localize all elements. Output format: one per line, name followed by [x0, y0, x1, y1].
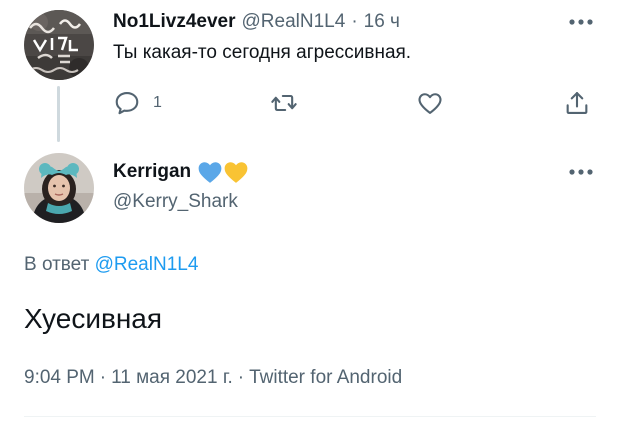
- parent-tweet-text: Ты какая-то сегодня агрессивная.: [113, 42, 412, 63]
- more-horizontal-icon: [569, 19, 593, 25]
- focal-more-button[interactable]: [566, 160, 596, 184]
- header-separator: ·: [351, 11, 358, 32]
- tweet-date[interactable]: 11 мая 2021 г.: [111, 367, 233, 388]
- heart-outline-icon: [418, 93, 442, 114]
- tweet-meta-line: 9:04 PM · 11 мая 2021 г. · Twitter for Andro…: [24, 367, 402, 389]
- avatar-kerrigan[interactable]: [24, 153, 94, 223]
- reply-bubble-icon: [115, 92, 139, 115]
- focal-author-name[interactable]: Kerrigan: [113, 161, 191, 183]
- meta-separator: ·: [237, 367, 245, 388]
- parent-tweet-actions: 1: [113, 88, 597, 118]
- parent-more-button[interactable]: [566, 10, 596, 34]
- focal-author-row: Kerrigan: [113, 158, 249, 186]
- parent-author-handle[interactable]: @RealN1L4: [242, 11, 346, 33]
- parent-tweet-header: No1Livz4ever @RealN1L4 · 16 ч: [113, 10, 400, 34]
- tweet-time[interactable]: 9:04 PM: [24, 367, 95, 388]
- tweet-source[interactable]: Twitter for Android: [249, 367, 402, 388]
- parent-author-name[interactable]: No1Livz4ever: [113, 11, 236, 33]
- reply-to-mention-link[interactable]: @RealN1L4: [95, 254, 199, 275]
- tweet-thread: No1Livz4ever @RealN1L4 · 16 ч Ты какая-т…: [0, 0, 618, 431]
- name-emoji-group: [197, 160, 249, 184]
- reply-button[interactable]: 1: [113, 88, 162, 118]
- like-button[interactable]: [416, 88, 444, 118]
- graffiti-avatar-image: [24, 10, 94, 80]
- meta-separator: ·: [99, 367, 107, 388]
- replying-to-line: В ответ @RealN1L4: [24, 254, 198, 276]
- retweet-button[interactable]: [270, 88, 298, 118]
- thread-connector-line: [57, 86, 60, 142]
- parent-tweet-time[interactable]: 16 ч: [364, 11, 400, 33]
- avatar-no1livz4ever[interactable]: [24, 10, 94, 80]
- retweet-icon: [271, 94, 297, 112]
- blue-heart-icon: [198, 162, 222, 183]
- reply-count: 1: [153, 94, 162, 111]
- share-upload-icon: [566, 92, 588, 114]
- reply-prefix: В ответ: [24, 254, 90, 275]
- more-horizontal-icon: [569, 169, 593, 175]
- focal-tweet-text: Хуесивная: [24, 303, 163, 334]
- focal-author-handle[interactable]: @Kerry_Shark: [113, 191, 238, 213]
- profile-photo-image: [24, 153, 94, 223]
- yellow-heart-icon: [224, 162, 248, 183]
- bottom-divider: [24, 416, 596, 417]
- share-button[interactable]: [563, 88, 591, 118]
